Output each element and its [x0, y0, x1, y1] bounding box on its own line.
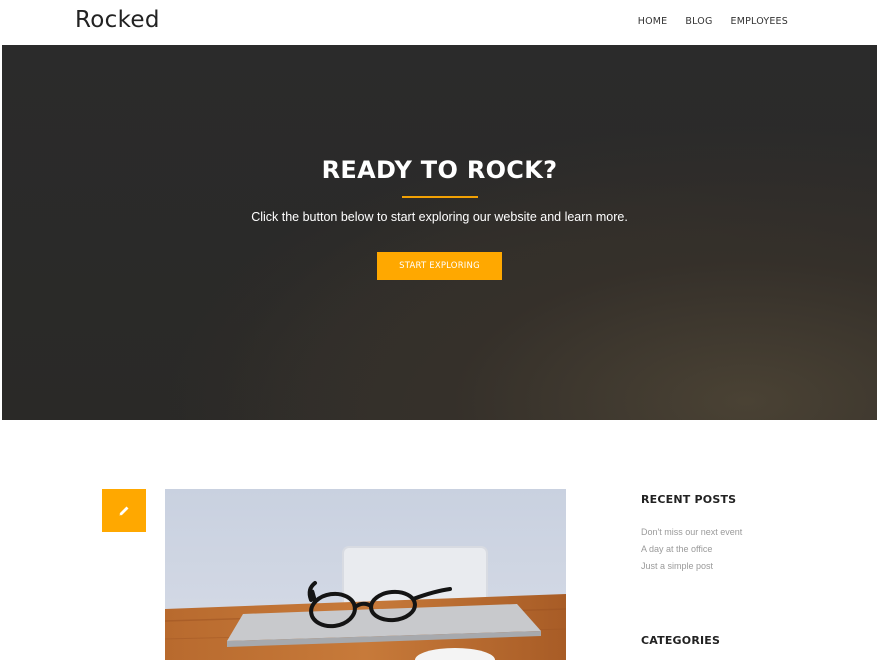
recent-post-link[interactable]: A day at the office	[641, 543, 742, 560]
recent-post-link[interactable]: Don't miss our next event	[641, 526, 742, 543]
recent-post-link[interactable]: Just a simple post	[641, 560, 742, 577]
hero-divider	[402, 196, 478, 198]
recent-posts-title: RECENT POSTS	[641, 493, 737, 506]
site-logo[interactable]: Rocked	[75, 7, 160, 33]
hero-title: READY TO ROCK?	[321, 156, 558, 184]
nav-home[interactable]: HOME	[638, 16, 668, 27]
start-exploring-button[interactable]: START EXPLORING	[377, 252, 502, 280]
hero-banner: READY TO ROCK? Click the button below to…	[2, 45, 877, 420]
nav-blog[interactable]: BLOG	[685, 16, 712, 27]
main-nav: HOME BLOG EMPLOYEES	[638, 16, 788, 27]
desk-laptop-glasses-image	[165, 489, 566, 660]
hero-subtitle: Click the button below to start explorin…	[251, 210, 628, 224]
post-format-badge[interactable]	[102, 489, 146, 532]
categories-title: CATEGORIES	[641, 634, 721, 647]
recent-posts-list: Don't miss our next event A day at the o…	[641, 526, 742, 577]
pencil-icon	[119, 506, 129, 516]
nav-employees[interactable]: EMPLOYEES	[731, 16, 788, 27]
site-header: Rocked HOME BLOG EMPLOYEES	[0, 0, 880, 45]
post-featured-image[interactable]	[165, 489, 566, 660]
